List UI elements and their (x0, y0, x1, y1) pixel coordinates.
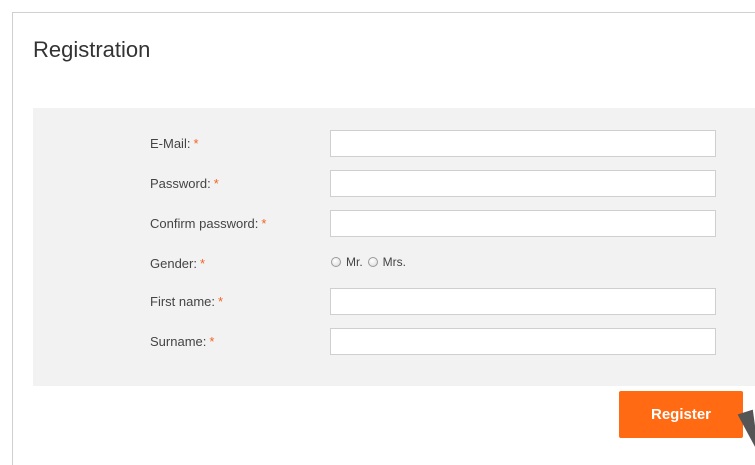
gender-label: Gender: * (150, 256, 206, 271)
required-marker: * (218, 294, 224, 309)
confirm-password-row: Confirm password: * (33, 210, 755, 238)
first-name-label: First name: * (150, 294, 224, 309)
confirm-password-label: Confirm password: * (150, 216, 267, 231)
email-row: E-Mail: * (33, 130, 755, 158)
registration-form-panel: E-Mail: * Password: * Confirm password: * G… (33, 108, 755, 386)
gender-mr-label[interactable]: Mr. (346, 255, 363, 269)
register-button[interactable]: Register (619, 391, 743, 438)
confirm-password-field[interactable] (330, 210, 716, 237)
registration-container: Registration E-Mail: * Password: * Confirm… (12, 12, 755, 465)
required-marker: * (193, 136, 199, 151)
gender-mr-radio[interactable] (331, 257, 341, 267)
surname-row: Surname: * (33, 328, 755, 356)
first-name-field[interactable] (330, 288, 716, 315)
required-marker: * (261, 216, 267, 231)
password-label: Password: * (150, 176, 219, 191)
required-marker: * (213, 176, 219, 191)
first-name-row: First name: * (33, 288, 755, 316)
email-field[interactable] (330, 130, 716, 157)
email-label: E-Mail: * (150, 136, 199, 151)
password-field[interactable] (330, 170, 716, 197)
gender-radio-group: Mr. Mrs. (331, 255, 411, 269)
gender-row: Gender: * Mr. Mrs. (33, 250, 755, 278)
page-title: Registration (33, 37, 151, 62)
gender-mrs-label[interactable]: Mrs. (383, 255, 406, 269)
password-row: Password: * (33, 170, 755, 198)
required-marker: * (199, 256, 206, 271)
surname-label: Surname: * (150, 334, 215, 349)
gender-mrs-radio[interactable] (367, 257, 378, 267)
required-marker: * (209, 334, 215, 349)
surname-field[interactable] (330, 328, 716, 355)
